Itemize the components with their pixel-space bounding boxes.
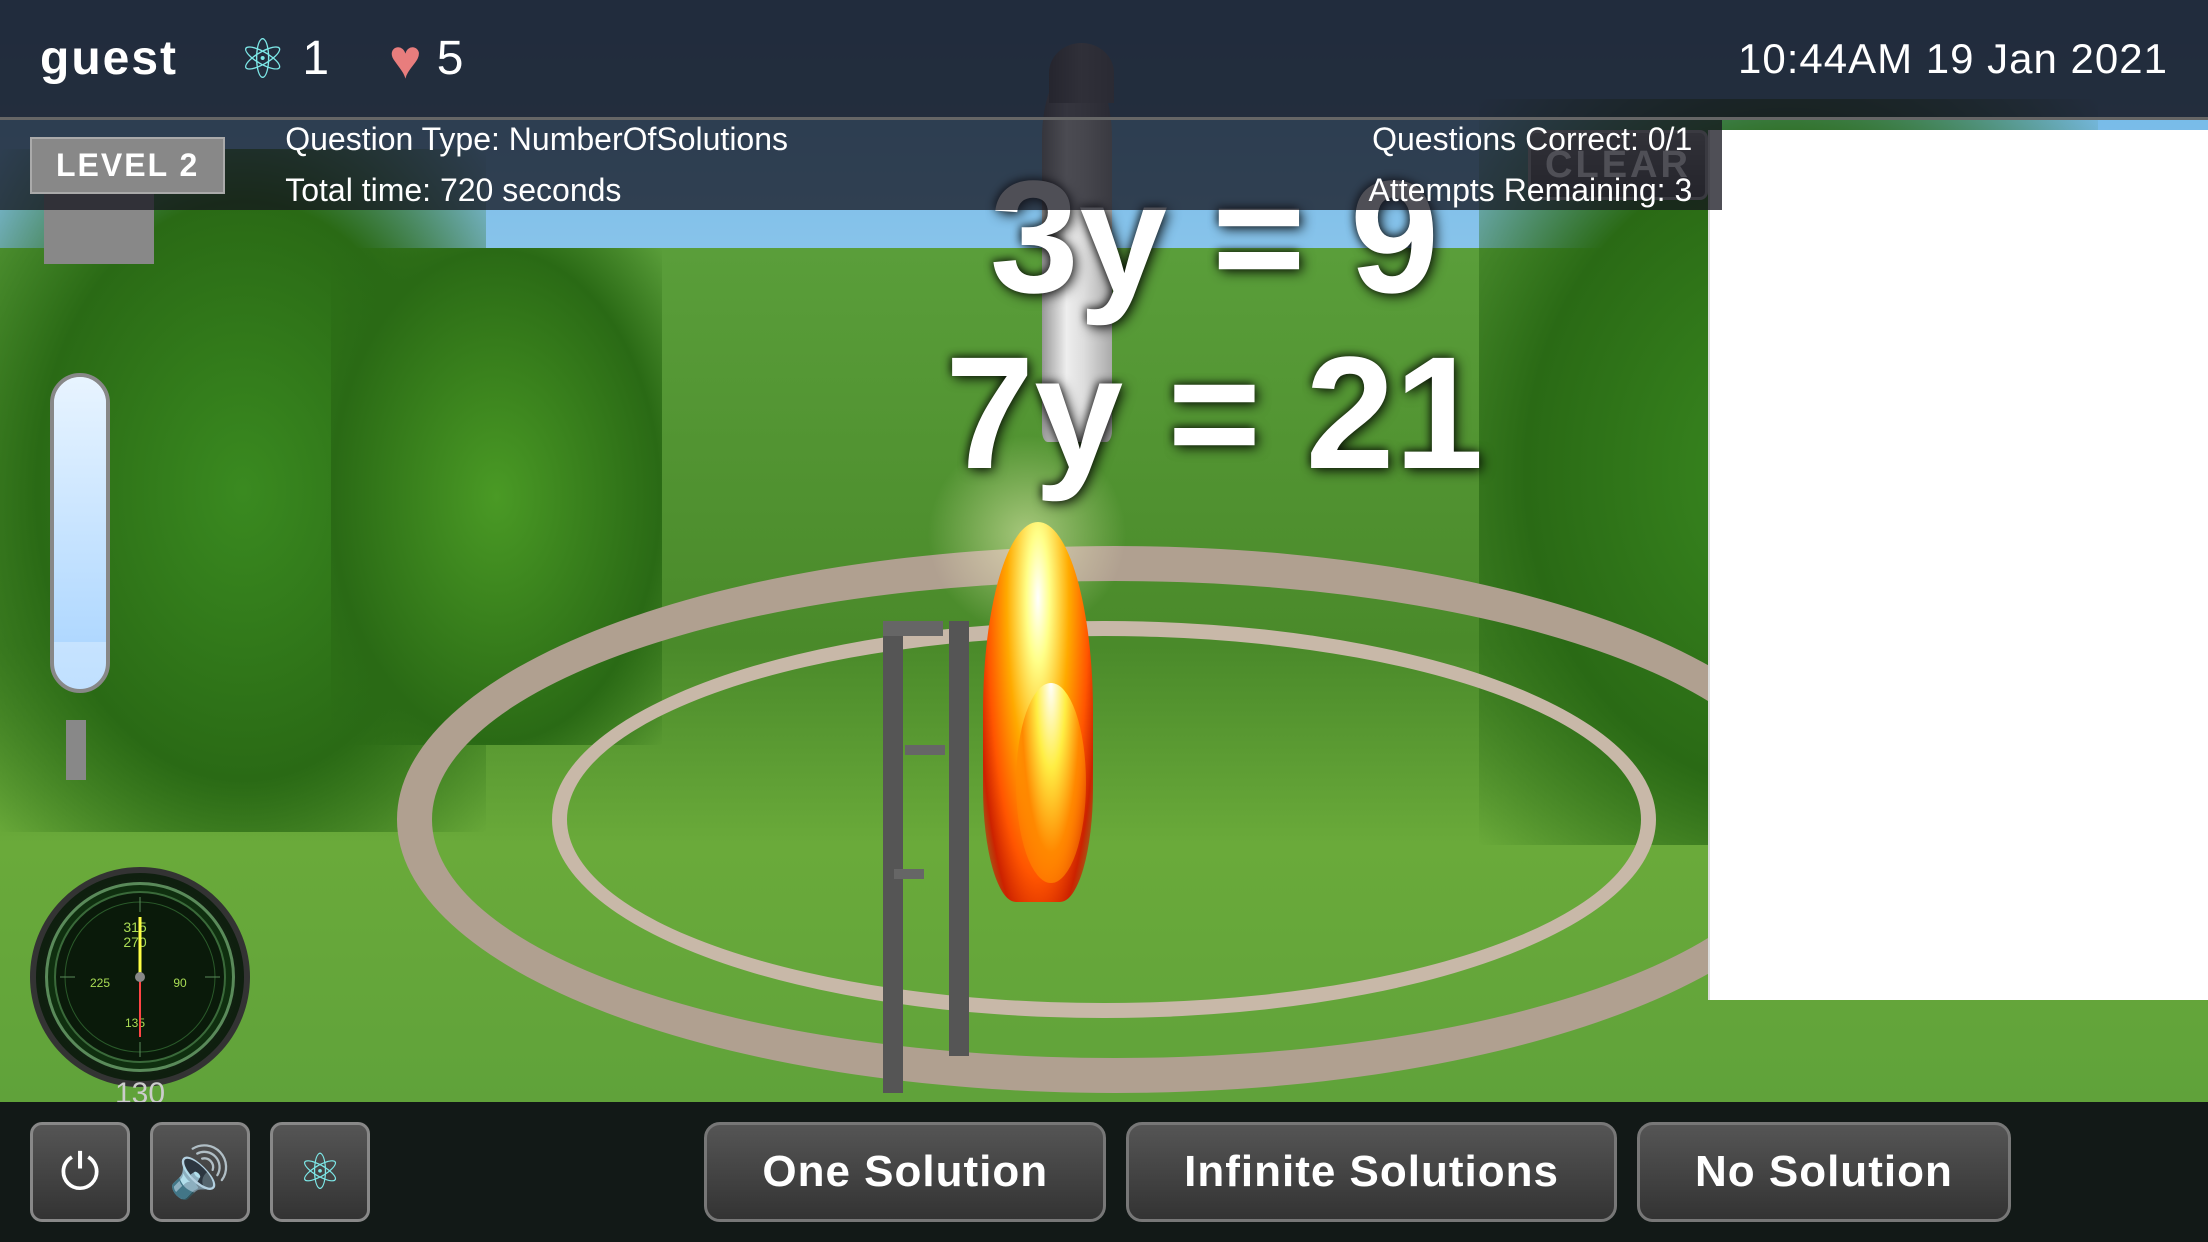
atom-section: ⚛ 1 <box>238 27 329 91</box>
heart-count: 5 <box>437 31 464 86</box>
one-solution-button[interactable]: One Solution <box>704 1122 1106 1222</box>
infinite-solutions-button[interactable]: Infinite Solutions <box>1126 1122 1617 1222</box>
svg-text:315: 315 <box>123 919 147 935</box>
heart-section: ♥ 5 <box>389 27 463 91</box>
svg-text:225: 225 <box>90 976 110 990</box>
question-info: Question Type: NumberOfSolutions Total t… <box>285 114 788 216</box>
tower-crossbar <box>883 621 943 636</box>
level-badge: LEVEL 2 <box>30 137 225 194</box>
svg-text:90: 90 <box>173 976 187 990</box>
heart-icon: ♥ <box>389 27 422 91</box>
top-bar-left: guest ⚛ 1 ♥ 5 <box>40 27 463 91</box>
compass-display: 315 270 225 90 135 <box>45 882 235 1072</box>
power-icon: ⏻ <box>60 1143 100 1202</box>
tower-right <box>949 621 969 1056</box>
fuel-gauge-stem <box>66 720 86 780</box>
score-info: Questions Correct: 0/1 Attempts Remainin… <box>1369 114 1693 216</box>
power-button[interactable]: ⏻ <box>30 1122 130 1222</box>
tower-crossbar3 <box>894 869 924 879</box>
atom-btn-icon: ⚛ <box>298 1143 343 1201</box>
tower-crossbar2 <box>905 745 945 755</box>
game-container: 315 270 225 90 135 130 3y = 9 7y = 21 CL… <box>0 0 2208 1242</box>
rocket-flame-secondary <box>1016 683 1086 883</box>
bottom-bar: ⏻ 🔊 ⚛ One Solution Infinite Solutions No… <box>0 1102 2208 1242</box>
right-panel <box>1708 130 2208 1000</box>
sound-icon: 🔊 <box>169 1143 231 1202</box>
top-bar: guest ⚛ 1 ♥ 5 10:44AM 19 Jan 2021 <box>0 0 2208 120</box>
svg-text:135: 135 <box>125 1016 145 1030</box>
atom-icon: ⚛ <box>238 27 287 91</box>
atom-button[interactable]: ⚛ <box>270 1122 370 1222</box>
no-solution-button[interactable]: No Solution <box>1637 1122 2011 1222</box>
atom-count: 1 <box>302 31 329 86</box>
fuel-gauge <box>50 373 110 693</box>
sound-button[interactable]: 🔊 <box>150 1122 250 1222</box>
username-display: guest <box>40 31 178 86</box>
info-bar: LEVEL 2 Question Type: NumberOfSolutions… <box>0 120 1722 210</box>
attempts-remaining-label: Attempts Remaining: 3 <box>1369 165 1693 216</box>
compass: 315 270 225 90 135 130 <box>30 867 250 1087</box>
questions-correct-label: Questions Correct: 0/1 <box>1369 114 1693 165</box>
total-time-label: Total time: 720 seconds <box>285 165 788 216</box>
svg-text:270: 270 <box>123 934 147 950</box>
road-inner-oval <box>552 621 1656 1018</box>
equation-line2: 7y = 21 <box>552 325 1877 501</box>
tower-left <box>883 621 903 1093</box>
question-type-label: Question Type: NumberOfSolutions <box>285 114 788 165</box>
datetime-display: 10:44AM 19 Jan 2021 <box>1738 35 2168 83</box>
